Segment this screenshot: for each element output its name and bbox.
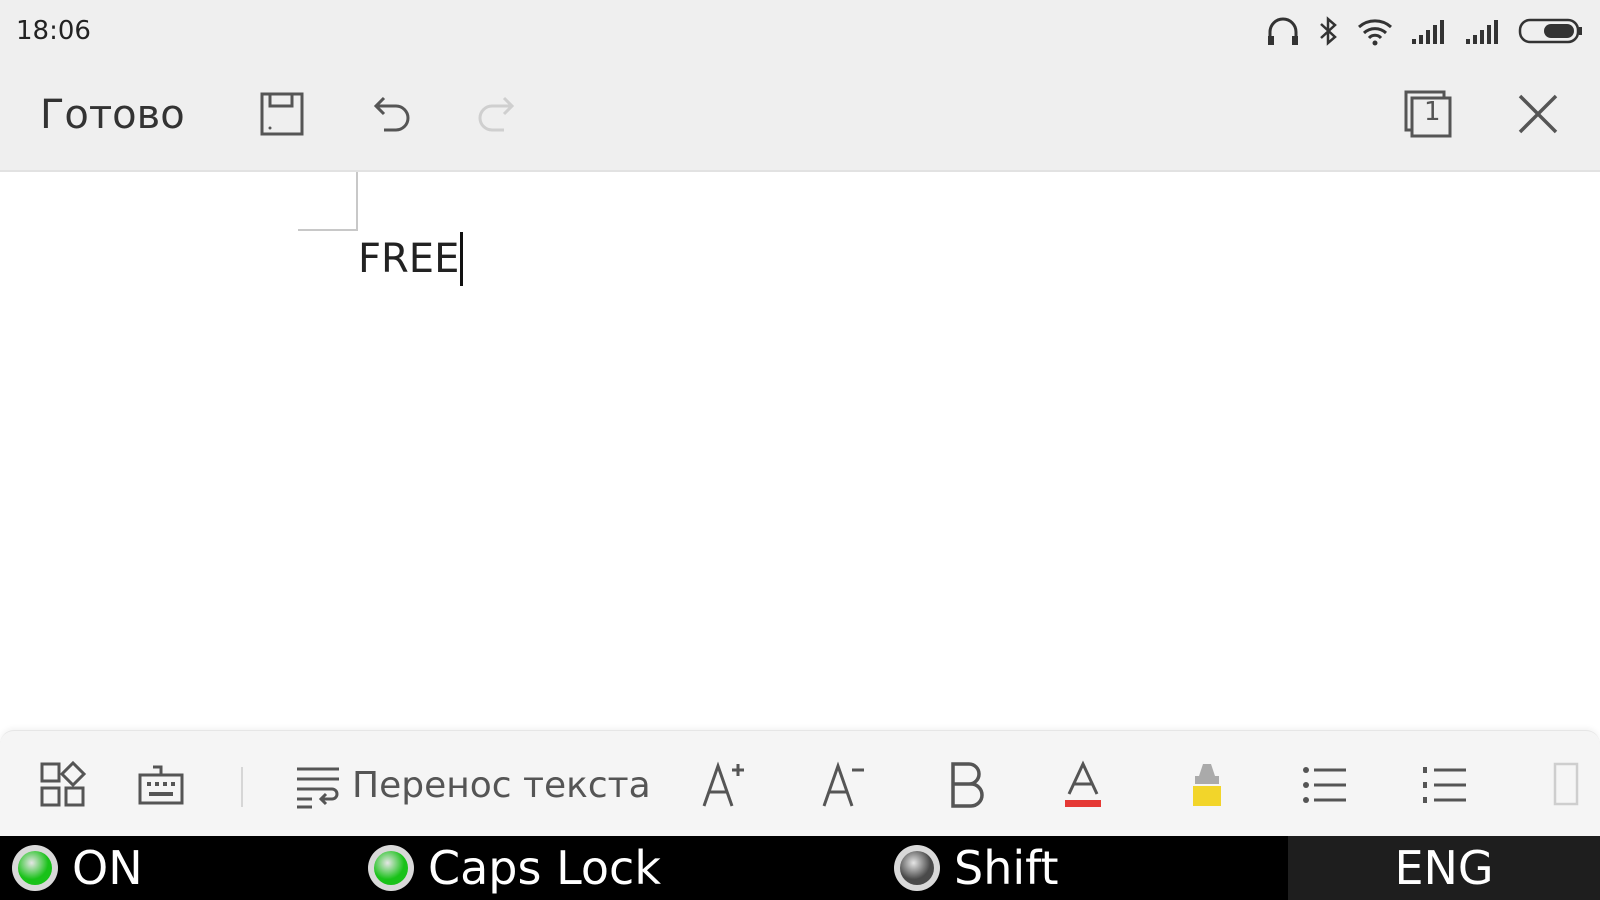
- headphones-icon: [1266, 16, 1300, 46]
- power-indicator: ON: [12, 841, 143, 895]
- language-indicator[interactable]: ENG: [1288, 836, 1600, 900]
- apps-grid-icon[interactable]: [38, 755, 88, 815]
- led-core-2: [900, 851, 934, 885]
- numbered-list-icon[interactable]: [1420, 755, 1470, 815]
- indicator-led: [12, 845, 58, 891]
- indicator-led: [368, 845, 414, 891]
- more-tools-icon[interactable]: [1546, 755, 1586, 815]
- document-text[interactable]: FREE: [358, 232, 464, 286]
- bluetooth-icon: [1316, 16, 1340, 46]
- text-wrap-icon: [297, 767, 339, 809]
- led-core-1: [374, 851, 408, 885]
- redo-icon[interactable]: [468, 84, 528, 144]
- close-icon[interactable]: [1508, 84, 1568, 144]
- margin-marker: [298, 229, 358, 231]
- indicator-label: ON: [72, 841, 143, 895]
- battery-icon: [1518, 16, 1584, 46]
- text-wrap-label: Перенос текста: [352, 764, 651, 806]
- indicator-led: [894, 845, 940, 891]
- done-button[interactable]: Готово: [40, 92, 185, 138]
- page-number: 1: [1424, 97, 1441, 127]
- page-view-icon[interactable]: 1: [1398, 84, 1458, 144]
- wifi-icon: [1356, 16, 1394, 46]
- highlight-icon[interactable]: [1182, 755, 1232, 815]
- bold-icon[interactable]: [942, 755, 992, 815]
- status-bar: 18:06: [0, 0, 1600, 62]
- undo-icon[interactable]: [360, 84, 420, 144]
- status-icons: [1250, 14, 1584, 48]
- toolbar-divider: [241, 767, 243, 807]
- bullet-list-icon[interactable]: [1300, 755, 1350, 815]
- indicator-label: Shift: [954, 841, 1059, 895]
- status-time: 18:06: [16, 16, 91, 46]
- led-core-0: [18, 851, 52, 885]
- document-canvas[interactable]: FREE: [0, 172, 1600, 730]
- increase-font-icon[interactable]: [700, 755, 750, 815]
- text-cursor: [460, 232, 464, 286]
- signal-icon: [1464, 17, 1502, 45]
- shift-indicator: Shift: [894, 841, 1059, 895]
- format-toolbar: Перенос текста: [0, 730, 1600, 837]
- save-icon[interactable]: [252, 84, 312, 144]
- keyboard-indicator-bar: ON Caps Lock Shift ENG: [0, 836, 1600, 900]
- margin-marker: [356, 172, 358, 230]
- caps-lock-indicator: Caps Lock: [368, 841, 661, 895]
- indicator-label: Caps Lock: [428, 841, 661, 895]
- top-toolbar: Готово 1: [0, 62, 1600, 172]
- decrease-font-icon[interactable]: [820, 755, 870, 815]
- document-text-content: FREE: [358, 236, 460, 282]
- text-color-icon[interactable]: [1058, 755, 1108, 815]
- keyboard-icon[interactable]: [136, 755, 186, 815]
- signal-icon: [1410, 17, 1448, 45]
- text-wrap-button[interactable]: Перенос текста: [294, 755, 651, 815]
